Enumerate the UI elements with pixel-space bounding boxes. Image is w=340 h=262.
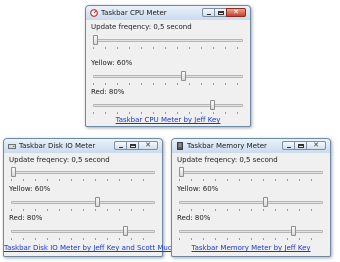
update-frequency-slider[interactable] (9, 166, 157, 184)
close-button[interactable]: ✕ (226, 8, 246, 17)
close-button[interactable]: ✕ (138, 141, 158, 150)
maximize-icon (130, 144, 136, 148)
yellow-threshold-label: Yellow: 60% (91, 59, 133, 67)
slider-thumb[interactable] (179, 167, 184, 177)
maximize-icon (218, 11, 224, 15)
window-title: Taskbar CPU Meter (101, 9, 167, 17)
minimize-icon (287, 147, 291, 148)
window-content: Update freqency: 0,5 second Yellow: 60% … (172, 153, 330, 256)
close-icon: ✕ (145, 141, 151, 149)
red-threshold-slider[interactable] (177, 225, 325, 243)
title-bar[interactable]: Taskbar Disk IO Meter ✕ (4, 139, 162, 153)
slider-ticks (179, 238, 323, 240)
window-controls: ✕ (114, 141, 158, 150)
minimize-icon (207, 14, 211, 15)
window-content: Update freqency: 0,5 second Yellow: 60% … (86, 20, 250, 126)
title-bar[interactable]: Taskbar Memory Meter ✕ (172, 139, 330, 153)
slider-ticks (93, 83, 243, 85)
slider-thumb[interactable] (123, 226, 128, 236)
author-link[interactable]: Taskbar Memory Meter by Jeff Key (172, 244, 330, 252)
memory-meter-icon (176, 142, 184, 150)
slider-ticks (11, 238, 155, 240)
window-content: Update freqency: 0,5 second Yellow: 60% … (4, 153, 172, 256)
slider-track (11, 230, 155, 233)
close-icon: ✕ (313, 141, 319, 149)
title-bar[interactable]: Taskbar CPU Meter ✕ (86, 6, 250, 20)
update-frequency-label: Update freqency: 0,5 second (177, 156, 278, 164)
slider-thumb[interactable] (95, 197, 100, 207)
yellow-threshold-label: Yellow: 60% (9, 185, 51, 193)
close-button[interactable]: ✕ (306, 141, 326, 150)
red-threshold-label: Red: 80% (91, 88, 125, 96)
red-threshold-slider[interactable] (9, 225, 157, 243)
maximize-icon (298, 144, 304, 148)
slider-thumb[interactable] (180, 71, 186, 81)
slider-ticks (93, 47, 243, 49)
slider-ticks (93, 112, 243, 114)
update-frequency-label: Update freqency: 0,5 second (9, 156, 110, 164)
memory-meter-window: Taskbar Memory Meter ✕ Update freqency: … (171, 138, 331, 257)
yellow-threshold-slider[interactable] (9, 196, 157, 214)
red-threshold-label: Red: 80% (9, 214, 43, 222)
update-frequency-slider[interactable] (91, 34, 245, 52)
cpu-meter-icon (90, 9, 98, 17)
slider-track (93, 104, 243, 107)
close-icon: ✕ (233, 8, 239, 16)
slider-ticks (179, 179, 323, 181)
cpu-meter-window: Taskbar CPU Meter ✕ Update freqency: 0,5… (85, 5, 251, 127)
red-threshold-label: Red: 80% (177, 214, 211, 222)
yellow-threshold-slider[interactable] (177, 196, 325, 214)
window-controls: ✕ (282, 141, 326, 150)
slider-ticks (179, 209, 323, 211)
red-threshold-slider[interactable] (91, 99, 245, 117)
update-frequency-slider[interactable] (177, 166, 325, 184)
slider-thumb[interactable] (209, 100, 215, 110)
slider-track (93, 39, 243, 42)
slider-track (179, 201, 323, 204)
yellow-threshold-label: Yellow: 60% (177, 185, 219, 193)
slider-ticks (11, 209, 155, 211)
slider-track (11, 171, 155, 174)
slider-track (93, 75, 243, 78)
slider-ticks (11, 179, 155, 181)
update-frequency-label: Update freqency: 0,5 second (91, 23, 192, 31)
author-link[interactable]: Taskbar CPU Meter by Jeff Key (86, 116, 250, 124)
window-title: Taskbar Disk IO Meter (19, 142, 96, 150)
window-title: Taskbar Memory Meter (187, 142, 267, 150)
disk-io-meter-window: Taskbar Disk IO Meter ✕ Update freqency:… (3, 138, 172, 257)
slider-track (11, 201, 155, 204)
yellow-threshold-slider[interactable] (91, 70, 245, 88)
slider-thumb[interactable] (263, 197, 268, 207)
slider-track (179, 171, 323, 174)
author-link[interactable]: Taskbar Disk IO Meter by Jeff Key and Sc… (4, 244, 172, 252)
slider-thumb[interactable] (291, 226, 296, 236)
slider-thumb[interactable] (11, 167, 16, 177)
slider-thumb[interactable] (93, 35, 98, 45)
minimize-icon (119, 147, 123, 148)
window-controls: ✕ (202, 8, 246, 17)
slider-track (179, 230, 323, 233)
disk-meter-icon (8, 142, 16, 150)
